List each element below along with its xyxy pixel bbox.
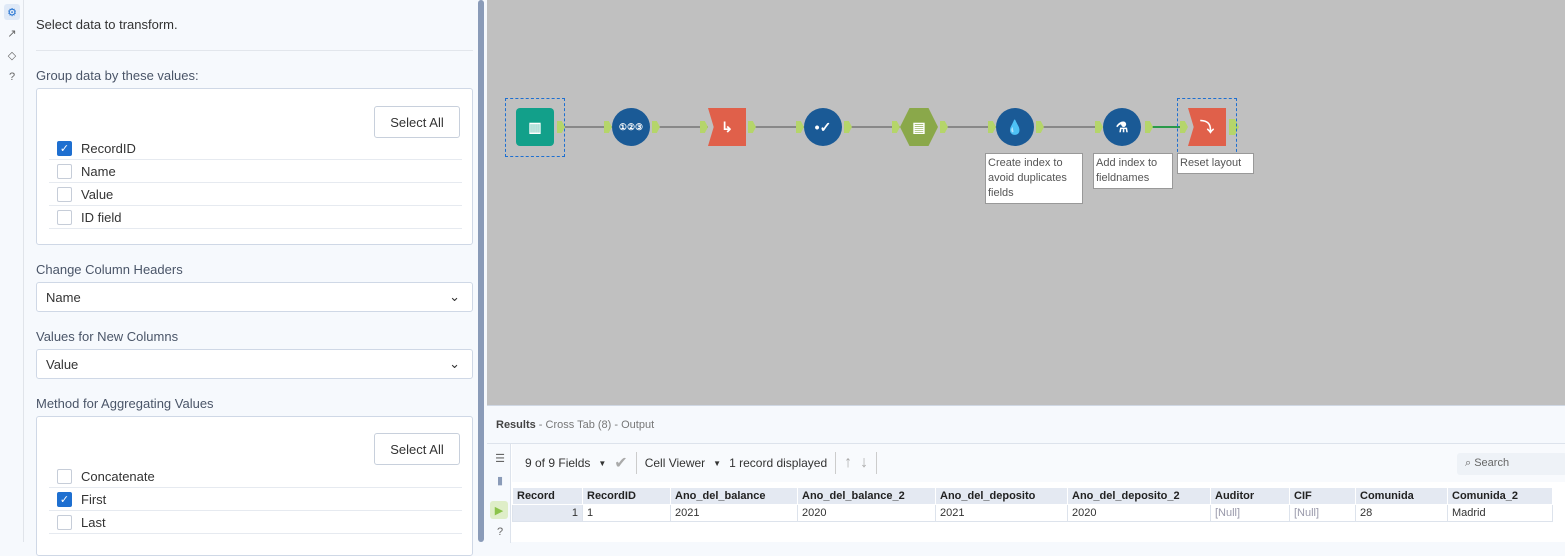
values-select[interactable]: Value ⌄ (36, 349, 473, 379)
search-input[interactable]: ⌕ Search (1457, 453, 1565, 475)
annotation-create-index: Create index to avoid duplicates fields (985, 153, 1083, 204)
checkbox-row[interactable]: Concatenate (49, 465, 462, 488)
method-box: Select All Concatenate ✓ First Last (36, 416, 473, 556)
tag-icon[interactable]: ◇ (4, 47, 20, 63)
checkbox-row[interactable]: ✓ RecordID (49, 137, 462, 160)
intro-text: Select data to transform. (36, 17, 178, 32)
column-header[interactable]: Ano_del_deposito_2 (1067, 487, 1211, 505)
results-panel: Results - Cross Tab (8) - Output ☰ ▮ ▶ ?… (487, 405, 1565, 543)
divider (36, 50, 473, 51)
checkbox[interactable]: ✓ (57, 140, 72, 156)
checkbox-label: Name (81, 163, 116, 179)
check-icon[interactable]: ✔ (614, 453, 627, 473)
select-all-button[interactable]: Select All (374, 433, 460, 465)
table-cell[interactable]: 2020 (1067, 504, 1211, 522)
formula-tool-icon[interactable]: ⚗ (1103, 108, 1141, 146)
table-cell[interactable]: [Null] (1210, 504, 1290, 522)
table-cell[interactable]: Madrid (1447, 504, 1553, 522)
chevron-down-icon: ⌄ (449, 356, 460, 371)
group-label: Group data by these values: (36, 68, 199, 83)
record-id-tool-icon[interactable]: ①②③ (612, 108, 650, 146)
table-cell[interactable]: [Null] (1289, 504, 1356, 522)
help-icon[interactable]: ? (4, 69, 20, 85)
chevron-down-icon: ⌄ (449, 289, 460, 304)
values-label: Values for New Columns (36, 329, 179, 344)
results-toolbar: 9 of 9 Fields ▼ ✔ Cell Viewer ▼ 1 record d… (512, 444, 1565, 482)
column-header[interactable]: RecordID (582, 487, 671, 505)
checkbox[interactable]: ✓ (57, 491, 72, 507)
table-cell[interactable]: 1 (512, 504, 583, 522)
column-header[interactable]: Comunida (1355, 487, 1448, 505)
checkbox-row[interactable]: Last (49, 511, 462, 534)
annotation-reset-layout: Reset layout (1177, 153, 1254, 174)
results-subtitle: - Cross Tab (8) - Output (535, 419, 655, 431)
column-header[interactable]: CIF (1289, 487, 1356, 505)
list-icon[interactable]: ☰ (492, 450, 508, 466)
results-header: Results - Cross Tab (8) - Output (487, 406, 1565, 444)
selection-box (1177, 98, 1237, 157)
checkbox[interactable] (57, 468, 72, 484)
input-data-tool-icon[interactable]: ▥ (516, 108, 554, 146)
cell-viewer-dropdown[interactable]: Cell Viewer (645, 456, 705, 470)
column-headers-select[interactable]: Name ⌄ (36, 282, 473, 312)
checkbox[interactable] (57, 514, 72, 530)
table-icon[interactable]: ▮ (492, 472, 508, 488)
table-cell[interactable]: 2021 (670, 504, 798, 522)
table-cell[interactable]: 2020 (797, 504, 936, 522)
help-icon[interactable]: ? (492, 524, 508, 540)
scrollbar[interactable] (478, 0, 484, 542)
results-table: Record RecordID Ano_del_balance Ano_del_bal… (512, 487, 1553, 522)
table-cell[interactable]: 28 (1355, 504, 1448, 522)
table-cell[interactable]: 1 (582, 504, 671, 522)
checkbox-row[interactable]: ✓ First (49, 488, 462, 511)
table-cell[interactable]: 2021 (935, 504, 1068, 522)
arrow-down-icon[interactable]: ↓ (860, 454, 868, 472)
column-header[interactable]: Record (512, 487, 583, 505)
checkbox-label: Last (81, 514, 106, 530)
checkbox-label: First (81, 491, 107, 507)
summarize-tool-icon[interactable]: ▤ (900, 108, 938, 146)
annotation-add-index: Add index to fieldnames (1093, 153, 1173, 189)
transpose-tool-icon[interactable]: ↳ (708, 108, 746, 146)
checkbox-label: Concatenate (81, 468, 155, 484)
select-value: Value (46, 356, 79, 372)
search-placeholder: Search (1474, 457, 1510, 469)
config-panel: Select data to transform. Group data by … (24, 0, 478, 556)
column-header[interactable]: Ano_del_deposito (935, 487, 1068, 505)
checkbox-label: Value (81, 186, 114, 202)
column-header[interactable]: Ano_del_balance_2 (797, 487, 936, 505)
gear-icon[interactable]: ⚙ (4, 4, 20, 20)
workflow-canvas[interactable]: ▥ ①②③ ↳ •✓ ▤ 💧 ⚗ ⤵ Create index to avoid… (487, 0, 1565, 405)
anchor-icon[interactable]: ▶ (490, 501, 508, 519)
search-icon: ⌕ (1465, 457, 1475, 469)
column-header[interactable]: Auditor (1210, 487, 1290, 505)
arrow-up-icon[interactable]: ↑ (844, 454, 852, 472)
checkbox-row[interactable]: ID field (49, 206, 462, 229)
column-header[interactable]: Comunida_2 (1447, 487, 1553, 505)
select-all-button[interactable]: Select All (374, 106, 460, 138)
method-label: Method for Aggregating Values (36, 396, 214, 411)
results-title: Results (496, 419, 536, 431)
caret-down-icon[interactable]: ▼ (598, 459, 606, 468)
checkbox-row[interactable]: Value (49, 183, 462, 206)
headers-label: Change Column Headers (36, 262, 183, 277)
caret-down-icon[interactable]: ▼ (713, 459, 721, 468)
checkbox[interactable] (57, 163, 72, 179)
checkbox-label: RecordID (81, 140, 136, 156)
column-header[interactable]: Ano_del_balance (670, 487, 798, 505)
formula-check-tool-icon[interactable]: •✓ (804, 108, 842, 146)
record-count: 1 record displayed (729, 456, 828, 470)
table-row: 1 1 2021 2020 2021 2020 [Null] [Null] 28 Madrid (512, 504, 1553, 522)
group-fields-box: Select All ✓ RecordID Name Value ID field (36, 88, 473, 245)
select-value: Name (46, 289, 81, 305)
side-icon-bar: ⚙ ↗ ◇ ? (0, 0, 24, 542)
checkbox[interactable] (57, 186, 72, 202)
fields-dropdown[interactable]: 9 of 9 Fields (525, 456, 590, 470)
checkbox-row[interactable]: Name (49, 160, 462, 183)
results-sidebar: ☰ ▮ ▶ ? (487, 444, 511, 543)
arrow-circle-icon[interactable]: ↗ (4, 25, 20, 41)
checkbox-label: ID field (81, 209, 122, 225)
multi-row-tool-icon[interactable]: 💧 (996, 108, 1034, 146)
checkbox[interactable] (57, 209, 72, 225)
